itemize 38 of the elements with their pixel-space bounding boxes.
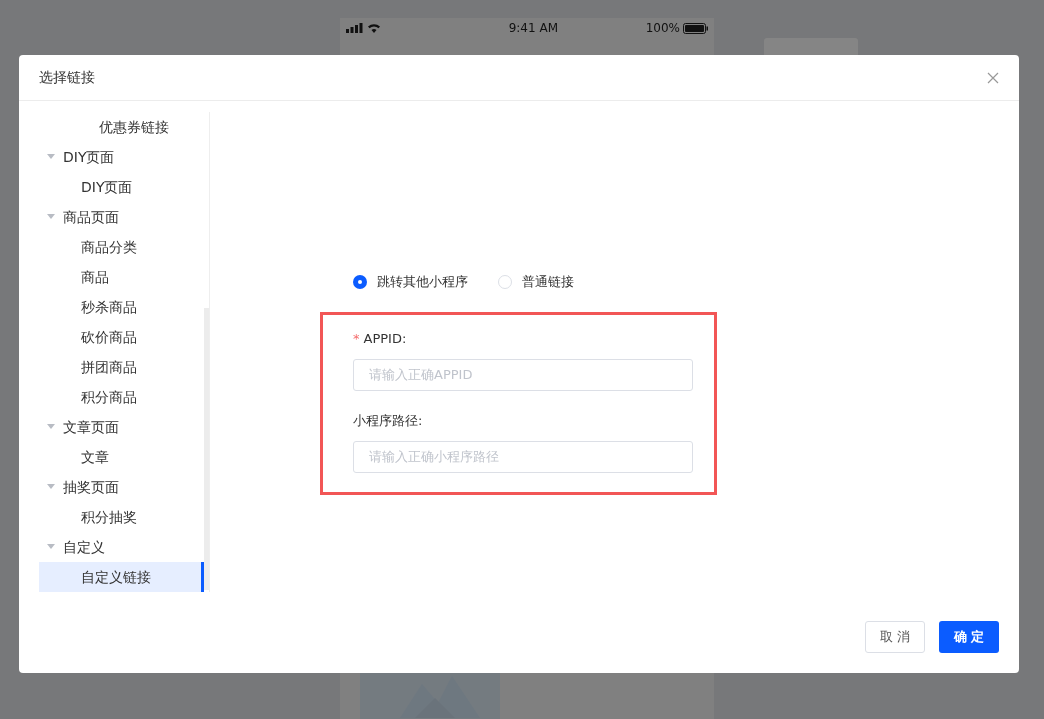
- field-label-text: APPID:: [363, 330, 407, 346]
- tree-group[interactable]: 商品页面: [39, 202, 204, 232]
- tree-group[interactable]: 自定义: [39, 532, 204, 562]
- tree-item[interactable]: 商品分类: [39, 232, 204, 262]
- caret-icon: [47, 214, 55, 220]
- caret-icon: [47, 544, 55, 550]
- input-field[interactable]: 请输入正确小程序路径: [353, 440, 693, 473]
- required-mark: *: [353, 330, 360, 346]
- radio-option[interactable]: 跳转其他小程序: [353, 272, 468, 292]
- input-field[interactable]: 请输入正确APPID: [353, 358, 693, 391]
- tree-item[interactable]: 拼团商品: [39, 352, 204, 382]
- tree-item[interactable]: 自定义链接: [39, 562, 204, 592]
- close-icon[interactable]: [987, 71, 999, 84]
- battery-icon: [683, 22, 708, 34]
- battery-percent: 100%: [645, 20, 680, 37]
- tree-group[interactable]: DIY页面: [39, 142, 204, 172]
- radio-option[interactable]: 普通链接: [498, 272, 574, 292]
- dialog-title: 选择链接: [39, 68, 95, 87]
- tree-item[interactable]: 积分商品: [39, 382, 204, 412]
- tree-item[interactable]: 砍价商品: [39, 322, 204, 352]
- signal-icon: [346, 23, 363, 33]
- cancel-button[interactable]: 取 消: [865, 621, 925, 653]
- scrollbar[interactable]: [204, 308, 209, 590]
- tree-item[interactable]: 文章: [39, 442, 204, 472]
- tree-item[interactable]: 积分抽奖: [39, 502, 204, 532]
- caret-icon: [47, 484, 55, 490]
- confirm-button[interactable]: 确 定: [939, 621, 999, 653]
- tree-item[interactable]: 秒杀商品: [39, 292, 204, 322]
- tree-item[interactable]: 商品: [39, 262, 204, 292]
- tree-group[interactable]: 抽奖页面: [39, 472, 204, 502]
- caret-icon: [47, 154, 55, 160]
- caret-icon: [47, 424, 55, 430]
- wifi-icon: [367, 23, 381, 33]
- tree-group[interactable]: 文章页面: [39, 412, 204, 442]
- tree-item[interactable]: 优惠券链接: [39, 112, 204, 142]
- status-time: 9:41 AM: [508, 20, 558, 37]
- tree-item[interactable]: DIY页面: [39, 172, 204, 202]
- field-label-text: 小程序路径:: [353, 412, 423, 428]
